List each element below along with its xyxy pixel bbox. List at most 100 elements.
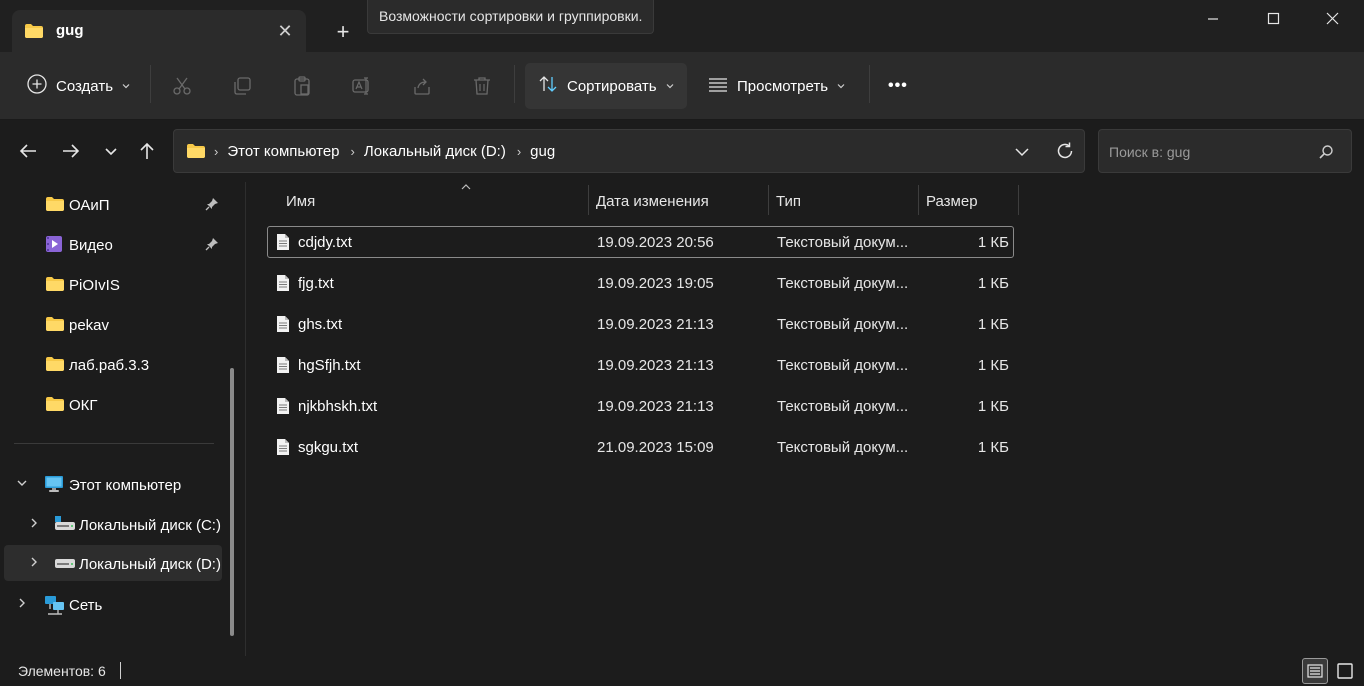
sort-button[interactable]: Сортировать	[525, 63, 687, 109]
sidebar-item-video[interactable]: Видео	[4, 226, 222, 262]
sidebar-item-this-pc[interactable]: Этот компьютер	[4, 466, 222, 502]
sidebar-item-drive-d[interactable]: Локальный диск (D:)	[4, 545, 222, 581]
sidebar-item-label: ОКГ	[69, 397, 98, 414]
file-date: 19.09.2023 21:13	[597, 316, 714, 333]
sidebar-item-drive-c[interactable]: Локальный диск (C:)	[4, 506, 222, 542]
sidebar-item-label: Видео	[69, 237, 113, 254]
file-row[interactable]: hgSfjh.txt 19.09.2023 21:13 Текстовый до…	[267, 349, 1014, 381]
close-window-button[interactable]	[1309, 0, 1355, 40]
chevron-right-icon[interactable]	[28, 517, 40, 532]
file-size: 1 КБ	[977, 275, 1009, 292]
column-header-name[interactable]: Имя	[279, 182, 589, 218]
sort-label: Сортировать	[567, 77, 657, 95]
chevron-down-icon[interactable]	[16, 477, 28, 492]
rename-icon[interactable]	[351, 75, 373, 97]
forward-arrow-icon[interactable]	[59, 139, 83, 163]
file-type: Текстовый докум...	[777, 398, 909, 415]
file-date: 19.09.2023 19:05	[597, 275, 714, 292]
sidebar-item-network[interactable]: Сеть	[4, 586, 222, 622]
recent-locations-chevron-icon[interactable]	[99, 139, 123, 163]
back-arrow-icon[interactable]	[16, 139, 40, 163]
minimize-button[interactable]	[1190, 0, 1236, 40]
folder-icon	[45, 396, 65, 415]
status-separator	[120, 662, 121, 679]
text-file-icon	[276, 274, 290, 295]
column-header-size[interactable]: Размер	[919, 182, 1019, 218]
breadcrumb-separator-icon[interactable]: ›	[214, 144, 218, 159]
sidebar-item-pioivis[interactable]: PiOIvIS	[4, 266, 222, 302]
breadcrumb-drive-d[interactable]: Локальный диск (D:)	[364, 143, 506, 160]
breadcrumb-gug[interactable]: gug	[530, 143, 555, 160]
system-drive-icon	[54, 515, 76, 534]
file-row[interactable]: ghs.txt 19.09.2023 21:13 Текстовый докум…	[267, 308, 1014, 340]
view-button[interactable]: Просмотреть	[707, 63, 846, 109]
sidebar-item-pekav[interactable]: pekav	[4, 306, 222, 342]
file-name: hgSfjh.txt	[298, 357, 361, 374]
details-view-button[interactable]	[1302, 658, 1328, 684]
address-bar[interactable]: › Этот компьютер › Локальный диск (D:) ›…	[173, 129, 1085, 173]
column-header-label: Тип	[776, 193, 802, 210]
chevron-right-icon[interactable]	[28, 556, 40, 571]
sidebar-item-label: Локальный диск (C:)	[79, 517, 221, 534]
up-arrow-icon[interactable]	[135, 139, 159, 163]
large-icons-view-button[interactable]	[1332, 658, 1358, 684]
tab-gug[interactable]: gug ✕	[12, 10, 306, 52]
text-file-icon	[276, 315, 290, 336]
column-header-label: Размер	[926, 193, 978, 210]
file-type: Текстовый докум...	[777, 275, 909, 292]
paste-icon[interactable]	[291, 75, 313, 97]
file-size: 1 КБ	[977, 234, 1009, 251]
file-row[interactable]: sgkgu.txt 21.09.2023 15:09 Текстовый док…	[267, 431, 1014, 463]
sidebar-item-okg[interactable]: ОКГ	[4, 386, 222, 422]
folder-icon	[45, 196, 65, 215]
file-row[interactable]: njkbhskh.txt 19.09.2023 21:13 Текстовый …	[267, 390, 1014, 422]
folder-icon	[24, 23, 44, 42]
command-bar: Создать Сортировать Просмотреть •••	[0, 52, 1364, 120]
copy-icon[interactable]	[231, 75, 253, 97]
sidebar-scrollbar[interactable]	[230, 368, 234, 636]
text-file-icon	[276, 233, 290, 254]
column-header-date[interactable]: Дата изменения	[589, 182, 769, 218]
cut-icon[interactable]	[171, 75, 193, 97]
toolbar-separator	[869, 65, 870, 103]
share-icon[interactable]	[411, 75, 433, 97]
sidebar-item-oaip[interactable]: ОАиП	[4, 186, 222, 222]
toolbar-separator	[150, 65, 151, 103]
search-icon[interactable]	[1317, 143, 1335, 164]
tab-close-button[interactable]: ✕	[274, 21, 296, 43]
breadcrumb-separator-icon[interactable]: ›	[517, 144, 521, 159]
sidebar-item-lab-rab[interactable]: лаб.раб.3.3	[4, 346, 222, 382]
refresh-icon[interactable]	[1054, 140, 1076, 162]
maximize-button[interactable]	[1250, 0, 1296, 40]
search-placeholder: Поиск в: gug	[1109, 144, 1191, 160]
chevron-right-icon[interactable]	[16, 597, 28, 612]
new-tab-button[interactable]: +	[330, 20, 356, 46]
create-label: Создать	[56, 77, 114, 95]
address-history-chevron-icon[interactable]	[1012, 142, 1032, 162]
folder-icon	[186, 143, 206, 162]
file-name: cdjdy.txt	[298, 234, 352, 251]
file-date: 19.09.2023 20:56	[597, 234, 714, 251]
chevron-down-icon	[836, 78, 846, 95]
search-box[interactable]: Поиск в: gug	[1098, 129, 1352, 173]
breadcrumb: › Этот компьютер › Локальный диск (D:) ›…	[214, 143, 566, 160]
file-row[interactable]: fjg.txt 19.09.2023 19:05 Текстовый докум…	[267, 267, 1014, 299]
create-button[interactable]: Создать	[26, 63, 131, 109]
breadcrumb-separator-icon[interactable]: ›	[351, 144, 355, 159]
delete-icon[interactable]	[471, 75, 493, 97]
network-icon	[44, 595, 66, 618]
file-size: 1 КБ	[977, 316, 1009, 333]
file-row[interactable]: cdjdy.txt 19.09.2023 20:56 Текстовый док…	[267, 226, 1014, 258]
chevron-down-icon	[665, 78, 675, 95]
sidebar-item-label: Сеть	[69, 597, 103, 614]
file-type: Текстовый докум...	[777, 234, 909, 251]
column-divider[interactable]	[1018, 185, 1019, 215]
pin-icon[interactable]	[205, 197, 219, 214]
column-header-type[interactable]: Тип	[769, 182, 919, 218]
column-header-label: Дата изменения	[596, 193, 709, 210]
breadcrumb-this-pc[interactable]: Этот компьютер	[227, 143, 339, 160]
folder-icon	[45, 276, 65, 295]
pin-icon[interactable]	[205, 237, 219, 254]
more-options-button[interactable]: •••	[888, 63, 908, 109]
plus-circle-icon	[26, 73, 48, 99]
